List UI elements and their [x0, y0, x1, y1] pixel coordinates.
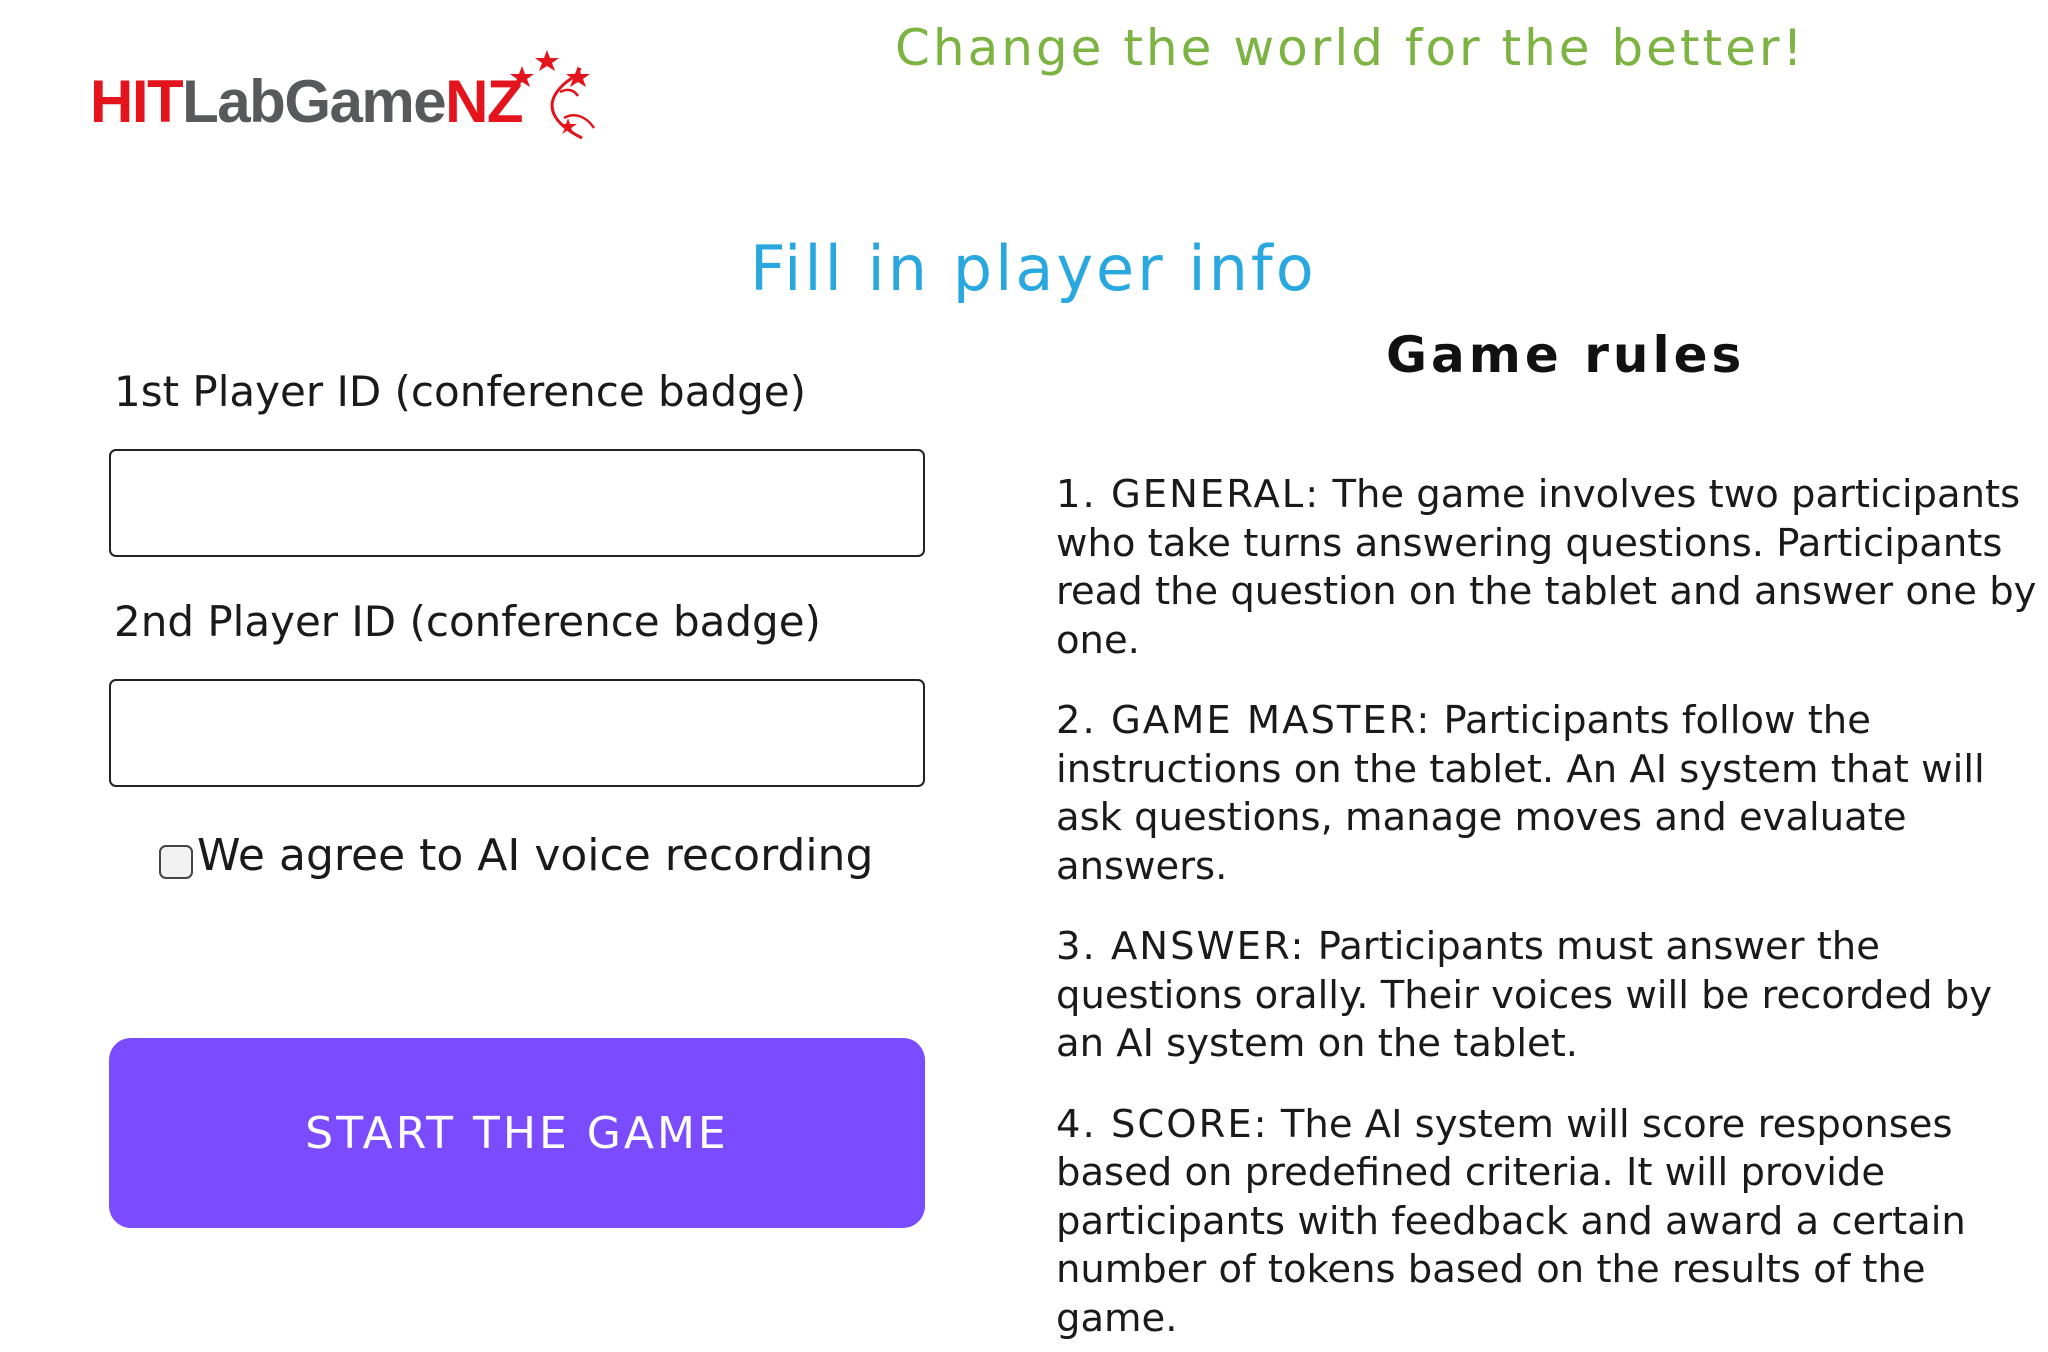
rule-heading: 1. GENERAL: [1056, 472, 1321, 517]
logo-text-hit: HIT [90, 68, 184, 135]
player2-id-input[interactable] [109, 679, 925, 787]
start-game-button[interactable]: START THE GAME [109, 1038, 925, 1228]
voice-consent-checkbox[interactable] [159, 845, 193, 879]
rules-list: 1. GENERAL: The game involves two partic… [1056, 471, 2046, 1352]
rule-heading: 4. SCORE: [1056, 1101, 1269, 1147]
tagline: Change the world for the better! [895, 19, 1806, 77]
fern-stars-logo-icon [510, 50, 596, 140]
rule-item: 2. GAME MASTER: Participants follow the … [1056, 697, 2046, 891]
rule-heading: 3. ANSWER: [1056, 924, 1306, 969]
player2-id-label: 2nd Player ID (conference badge) [114, 597, 821, 646]
page-title: Fill in player info [750, 232, 1317, 305]
brand-logo: HITLabGameNZ [90, 28, 610, 148]
player1-id-label: 1st Player ID (conference badge) [114, 367, 806, 416]
logo-text-labgame: LabGame [182, 68, 446, 135]
rule-heading: 2. GAME MASTER: [1056, 698, 1432, 743]
rule-item: 3. ANSWER: Participants must answer the … [1056, 923, 2046, 1069]
logo-wordmark: HITLabGameNZ [90, 72, 524, 132]
rule-item: 4. SCORE: The AI system will score respo… [1056, 1101, 2046, 1344]
rule-item: 1. GENERAL: The game involves two partic… [1056, 471, 2046, 665]
voice-consent-label[interactable]: We agree to AI voice recording [197, 828, 873, 883]
player1-id-input[interactable] [109, 449, 925, 557]
rules-heading: Game rules [1386, 326, 1746, 384]
